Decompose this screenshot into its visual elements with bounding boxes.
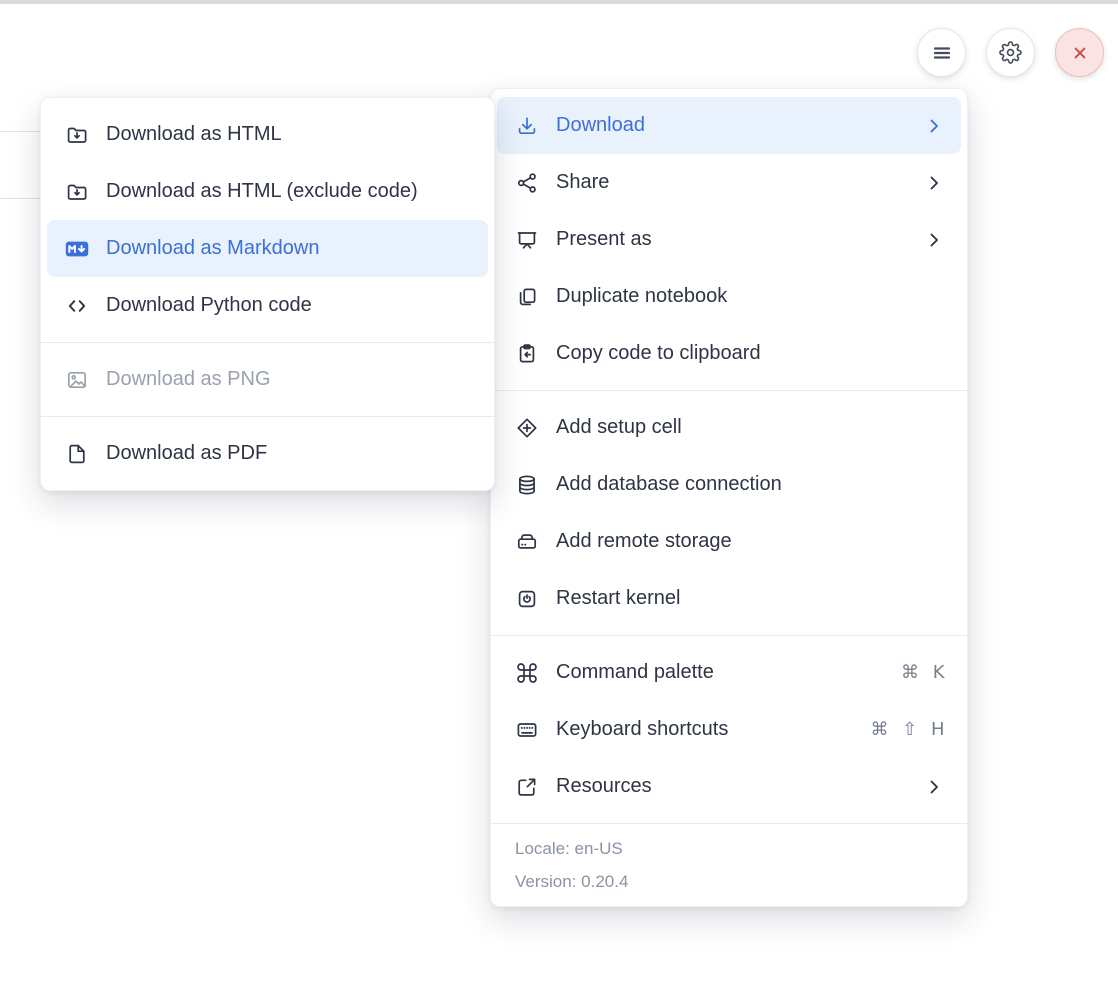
- menu-item-add-database[interactable]: Add database connection: [491, 456, 967, 513]
- menu-item-label: Download as PDF: [106, 442, 472, 465]
- menu-item-keyboard-shortcuts[interactable]: Keyboard shortcuts ⌘ ⇧ H: [491, 701, 967, 758]
- submenu-item-download-png: Download as PNG: [41, 351, 494, 408]
- command-icon: [515, 661, 539, 685]
- menu-item-restart-kernel[interactable]: Restart kernel: [491, 570, 967, 627]
- menu-item-label: Add remote storage: [556, 530, 945, 553]
- menu-item-label: Share: [556, 171, 906, 194]
- menu-item-label: Download as HTML: [106, 123, 472, 146]
- submenu-item-download-python[interactable]: Download Python code: [41, 277, 494, 334]
- clipboard-import-icon: [515, 342, 539, 366]
- folder-download-icon: [65, 180, 89, 204]
- keyboard-icon: [515, 718, 539, 742]
- menu-item-label: Duplicate notebook: [556, 285, 945, 308]
- power-icon: [515, 587, 539, 611]
- menu-item-label: Download as PNG: [106, 368, 472, 391]
- menu-item-label: Copy code to clipboard: [556, 342, 945, 365]
- submenu-item-download-pdf[interactable]: Download as PDF: [41, 425, 494, 482]
- menu-item-label: Command palette: [556, 661, 884, 684]
- hard-drive-icon: [515, 530, 539, 554]
- menu-item-label: Present as: [556, 228, 906, 251]
- background-divider: [0, 198, 41, 199]
- chevron-right-icon: [923, 115, 945, 137]
- menu-item-label: Resources: [556, 775, 906, 798]
- submenu-item-download-markdown[interactable]: Download as Markdown: [47, 220, 488, 277]
- external-link-icon: [515, 775, 539, 799]
- menu-item-label: Add setup cell: [556, 416, 945, 439]
- menu-divider: [41, 342, 494, 343]
- menu-item-share[interactable]: Share: [491, 154, 967, 211]
- menu-item-label: Keyboard shortcuts: [556, 718, 853, 741]
- database-icon: [515, 473, 539, 497]
- chevron-right-icon: [923, 229, 945, 251]
- shortcut-badge: ⌘ K: [901, 662, 945, 683]
- duplicate-icon: [515, 285, 539, 309]
- menu-item-copy-code[interactable]: Copy code to clipboard: [491, 325, 967, 382]
- code-icon: [65, 294, 89, 318]
- folder-download-icon: [65, 123, 89, 147]
- menu-item-label: Download: [556, 114, 906, 137]
- chevron-right-icon: [923, 776, 945, 798]
- menu-divider: [491, 635, 967, 636]
- menu-item-command-palette[interactable]: Command palette ⌘ K: [491, 644, 967, 701]
- background-divider: [0, 131, 41, 132]
- locale-info: Locale: en-US: [491, 832, 967, 865]
- version-info: Version: 0.20.4: [491, 865, 967, 898]
- menu-item-label: Add database connection: [556, 473, 945, 496]
- menu-item-present-as[interactable]: Present as: [491, 211, 967, 268]
- menu-button[interactable]: [917, 28, 966, 77]
- markdown-icon: [65, 237, 89, 261]
- download-icon: [515, 114, 539, 138]
- menu-item-download[interactable]: Download: [497, 97, 961, 154]
- menu-item-resources[interactable]: Resources: [491, 758, 967, 815]
- menu-item-add-setup-cell[interactable]: Add setup cell: [491, 399, 967, 456]
- submenu-item-download-html[interactable]: Download as HTML: [41, 106, 494, 163]
- file-icon: [65, 442, 89, 466]
- menu-divider: [491, 823, 967, 824]
- menu-item-label: Restart kernel: [556, 587, 945, 610]
- notebook-menu: Download Share Present as: [490, 88, 968, 907]
- menu-divider: [491, 390, 967, 391]
- menu-item-label: Download Python code: [106, 294, 472, 317]
- menu-item-duplicate-notebook[interactable]: Duplicate notebook: [491, 268, 967, 325]
- share-icon: [515, 171, 539, 195]
- top-window-strip: [0, 0, 1118, 4]
- settings-button[interactable]: [986, 28, 1035, 77]
- download-submenu: Download as HTML Download as HTML (exclu…: [40, 97, 495, 491]
- close-button[interactable]: [1055, 28, 1104, 77]
- menu-item-add-remote-storage[interactable]: Add remote storage: [491, 513, 967, 570]
- presentation-icon: [515, 228, 539, 252]
- diamond-plus-icon: [515, 416, 539, 440]
- hamburger-menu-icon: [930, 41, 954, 65]
- chevron-right-icon: [923, 172, 945, 194]
- menu-item-label: Download as Markdown: [106, 237, 472, 260]
- image-icon: [65, 368, 89, 392]
- gear-icon: [999, 41, 1022, 64]
- menu-item-label: Download as HTML (exclude code): [106, 180, 472, 203]
- close-x-icon: [1068, 41, 1092, 65]
- submenu-item-download-html-no-code[interactable]: Download as HTML (exclude code): [41, 163, 494, 220]
- shortcut-badge: ⌘ ⇧ H: [870, 719, 945, 740]
- menu-divider: [41, 416, 494, 417]
